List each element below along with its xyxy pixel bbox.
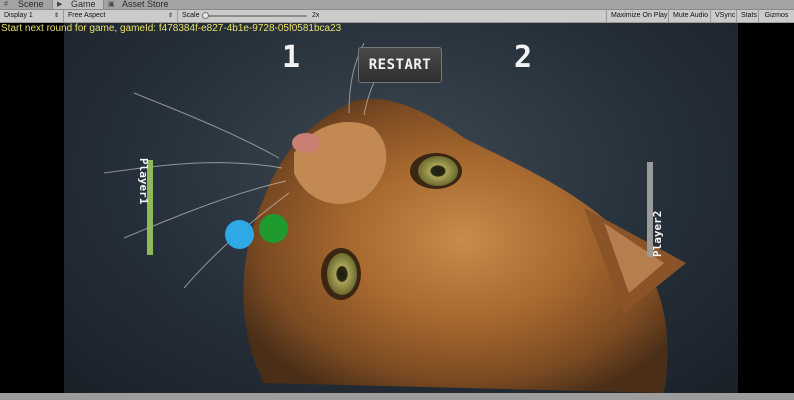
- display-dropdown[interactable]: Display 1 ⇕: [0, 10, 64, 22]
- scale-value: 2x: [312, 12, 320, 19]
- player2-score: 2: [514, 40, 534, 75]
- scale-slider-handle[interactable]: [202, 12, 209, 19]
- editor-tab-bar: # Scene ▶ Game ▣ Asset Store: [0, 0, 794, 10]
- tab-asset-store[interactable]: ▣ Asset Store: [104, 0, 174, 9]
- vsync-toggle[interactable]: VSync: [710, 10, 736, 22]
- mute-audio-toggle[interactable]: Mute Audio: [668, 10, 710, 22]
- tab-game-label: Game: [71, 0, 96, 9]
- blue-ball: [225, 220, 254, 249]
- maximize-on-play-toggle[interactable]: Maximize On Play: [606, 10, 668, 22]
- game-view-toolbar: Display 1 ⇕ Free Aspect ⇕ Scale 2x Maxim…: [0, 10, 794, 23]
- tab-game[interactable]: ▶ Game: [52, 0, 104, 9]
- restart-button[interactable]: RESTART: [358, 47, 442, 83]
- scale-label: Scale: [182, 12, 200, 19]
- tab-scene[interactable]: # Scene: [0, 0, 58, 9]
- player1-score: 1: [282, 40, 302, 75]
- aspect-dropdown-value: Free Aspect: [68, 12, 106, 19]
- gizmos-dropdown[interactable]: Gizmos: [758, 10, 794, 22]
- chevron-down-icon: ⇕: [53, 13, 59, 19]
- tab-asset-store-label: Asset Store: [122, 0, 169, 9]
- scene-icon: #: [4, 1, 8, 8]
- game-view[interactable]: Start next round for game, gameId: f4783…: [0, 23, 794, 400]
- stats-toggle[interactable]: Stats: [736, 10, 758, 22]
- bottom-border: [0, 393, 794, 400]
- player1-label: Player1: [137, 158, 150, 205]
- chevron-down-icon: ⇕: [167, 13, 173, 19]
- green-ball: [259, 214, 288, 243]
- aspect-dropdown[interactable]: Free Aspect ⇕: [64, 10, 178, 22]
- display-dropdown-value: Display 1: [4, 12, 33, 19]
- store-icon: ▣: [108, 1, 115, 8]
- scale-slider-track[interactable]: [203, 15, 307, 17]
- tab-scene-label: Scene: [18, 0, 44, 9]
- status-message: Start next round for game, gameId: f4783…: [1, 23, 342, 34]
- game-icon: ▶: [57, 1, 63, 8]
- player2-label: Player2: [651, 210, 664, 257]
